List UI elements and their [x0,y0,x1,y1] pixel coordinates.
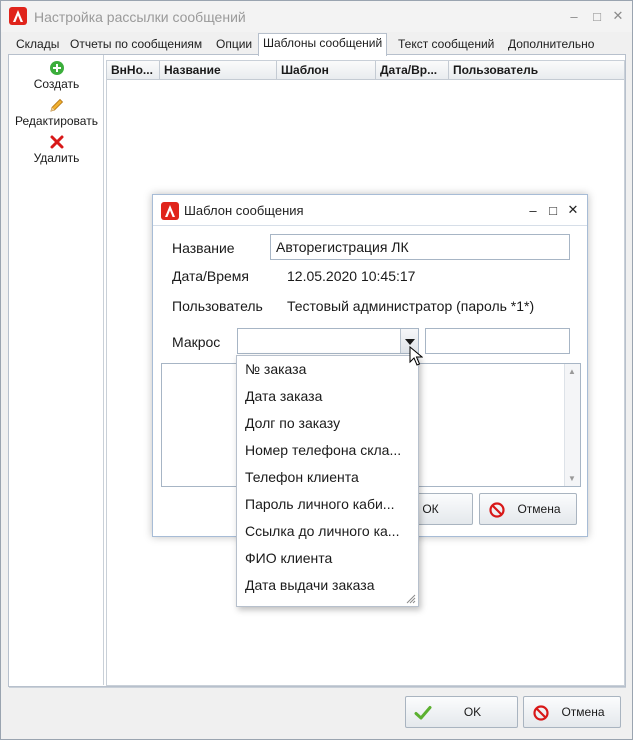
user-value: Тестовый администратор (пароль *1*) [287,298,535,314]
ok-button[interactable]: OK [405,696,518,728]
user-label: Пользователь [172,298,263,314]
tab-message-templates[interactable]: Шаблоны сообщений [258,33,388,56]
delete-x-icon [50,135,63,149]
footer-divider [9,687,626,688]
tab-strip: Склады Отчеты по сообщениям Опции Шаблон… [8,33,626,56]
cancel-label: Отмена [561,705,605,719]
tab-options[interactable]: Опции [212,35,256,55]
dialog-cancel-label: Отмена [517,502,561,516]
grid-header: ВнНо... Название Шаблон Дата/Вр... Польз… [107,61,624,80]
dialog-title: Шаблон сообщения [184,203,304,218]
column-header-name[interactable]: Название [160,61,277,80]
close-button[interactable]: ✕ [607,5,629,27]
dialog-maximize-button[interactable]: □ [543,200,563,220]
macro-option-cabinet-link[interactable]: Ссылка до личного ка... [245,520,413,542]
maximize-button[interactable]: □ [586,5,608,27]
macro-option-warehouse-phone[interactable]: Номер телефона скла... [245,439,413,461]
macro-option-order-number[interactable]: № заказа [245,358,413,380]
edit-label: Редактировать [15,114,98,128]
delete-label: Удалить [33,151,80,165]
pencil-icon [49,98,63,112]
dialog-minimize-button[interactable]: ‒ [523,200,543,220]
cancel-button[interactable]: Отмена [523,696,621,728]
dialog-title-bar[interactable]: Шаблон сообщения ‒ □ ✕ [153,195,587,226]
datetime-label: Дата/Время [172,268,250,284]
edit-button[interactable]: Редактировать [9,97,104,128]
column-header-template[interactable]: Шаблон [277,61,376,80]
minimize-icon: ‒ [570,8,578,24]
macro-option-cabinet-password[interactable]: Пароль личного каби... [245,493,413,515]
window-title: Настройка рассылки сообщений [34,9,246,25]
minimize-icon: ‒ [529,202,537,218]
tab-warehouses[interactable]: Склады [12,35,63,55]
delete-button[interactable]: Удалить [9,134,104,165]
macro-label: Макрос [172,334,221,350]
left-toolbar: Создать Редактировать Удалить [9,55,104,685]
title-bar[interactable]: Настройка рассылки сообщений ‒ □ ✕ [1,1,632,32]
chevron-down-icon [405,339,415,345]
macro-option-client-phone[interactable]: Телефон клиента [245,466,413,488]
maximize-icon: □ [593,8,601,24]
tab-message-reports[interactable]: Отчеты по сообщениям [66,35,206,55]
column-header-internal-no[interactable]: ВнНо... [107,61,160,80]
maximize-icon: □ [549,202,557,218]
scroll-up-icon[interactable]: ▲ [568,367,576,376]
macro-dropdown-list: № заказа Дата заказа Долг по заказу Номе… [236,355,419,607]
macro-option-order-debt[interactable]: Долг по заказу [245,412,413,434]
tab-additional[interactable]: Дополнительно [504,35,598,55]
macro-option-client-name[interactable]: ФИО клиента [245,547,413,569]
macro-combobox[interactable] [237,328,419,354]
name-input[interactable]: Авторегистрация ЛК [270,234,570,260]
close-icon: ✕ [567,202,579,217]
add-icon [49,61,64,75]
dialog-close-button[interactable]: ✕ [563,200,583,220]
resize-grip-icon[interactable] [404,592,416,604]
macro-option-order-date[interactable]: Дата заказа [245,385,413,407]
datetime-value: 12.05.2020 10:45:17 [287,268,416,284]
memo-scrollbar[interactable]: ▲ ▼ [564,364,580,486]
column-header-user[interactable]: Пользователь [449,61,624,80]
app-logo-icon [9,7,27,25]
column-header-datetime[interactable]: Дата/Вр... [376,61,449,80]
macro-option-issue-date[interactable]: Дата выдачи заказа [245,574,413,596]
dialog-cancel-button[interactable]: Отмена [479,493,577,525]
dialog-logo-icon [161,202,179,220]
ok-label: OK [463,705,482,719]
create-button[interactable]: Создать [9,60,104,91]
mouse-cursor-icon [409,346,423,366]
macro-extra-input[interactable] [425,328,570,354]
scroll-down-icon[interactable]: ▼ [568,474,576,483]
tab-message-text[interactable]: Текст сообщений [394,35,498,55]
name-label: Название [172,240,235,256]
minimize-button[interactable]: ‒ [563,5,585,27]
close-icon: ✕ [612,8,624,23]
create-label: Создать [33,77,80,91]
